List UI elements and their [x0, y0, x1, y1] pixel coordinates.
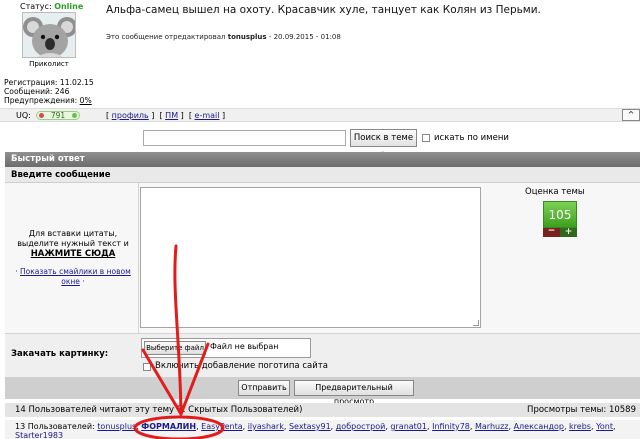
user-link[interactable]: Sextasy91 — [289, 422, 331, 431]
warnings-line: Предупреждения: 0% — [4, 96, 92, 105]
user-link[interactable]: Александор — [514, 422, 564, 431]
upload-label: Закачать картинку: — [11, 349, 109, 359]
status-row: Статус: Online — [20, 2, 83, 11]
profile-links: [ профиль ] [ ПМ ] [ e-mail ] — [106, 111, 226, 120]
reader-user-list: 13 Пользователей: tonusplus, ФОРМАЛИН, E… — [5, 420, 640, 439]
send-button[interactable]: Отправить — [238, 380, 290, 396]
show-smiles-link[interactable]: Показать смайлики в новом окне — [20, 267, 131, 286]
topic-rating-widget: 105 − + — [543, 201, 577, 237]
user-link[interactable]: granat01 — [390, 422, 427, 431]
user-list-label: 13 Пользователей: — [15, 422, 95, 431]
quote-help-panel: Для вставки цитаты, выделите нужный текс… — [5, 183, 139, 333]
rating-plus-button[interactable]: + — [560, 228, 577, 237]
uq-label: UQ: — [16, 111, 31, 120]
scroll-top-button[interactable]: ^ — [622, 109, 640, 121]
avatar[interactable] — [22, 12, 76, 58]
topic-search-input[interactable] — [143, 130, 346, 146]
enter-message-header: Введите сообщение — [5, 167, 640, 183]
uq-value: 791 — [50, 111, 66, 120]
message-textarea[interactable] — [140, 187, 481, 328]
user-link[interactable]: EasyPenta — [201, 422, 242, 431]
status-value: Online — [54, 2, 84, 11]
uq-minus-icon[interactable] — [39, 113, 44, 118]
topic-rating-label: Оценка темы — [525, 187, 585, 197]
topic-views: Просмотры темы: 10589 — [527, 405, 636, 415]
forum-post: Статус: Online Приколист Регистрация: 11… — [0, 0, 640, 108]
user-links: tonusplus, ФОРМАЛИН, EasyPenta, ilyashar… — [15, 422, 616, 439]
choose-file-button[interactable]: Выберите файл — [144, 341, 206, 355]
topic-search-row: Поиск в теме » искать по имени — [0, 122, 640, 159]
preview-button[interactable]: Предварительный просмотр — [294, 380, 414, 406]
profile-link[interactable]: профиль — [112, 111, 149, 120]
search-by-name-checkbox[interactable] — [422, 134, 430, 142]
edit-note: Это сообщение отредактировал tonusplus -… — [106, 33, 341, 41]
registration-line: Регистрация: 11.02.15 — [4, 78, 94, 87]
resize-handle-icon[interactable] — [473, 320, 479, 326]
user-link[interactable]: добрострой — [336, 422, 386, 431]
user-link[interactable]: Marhuzz — [475, 422, 509, 431]
no-file-text: Файл не выбран — [210, 342, 279, 351]
koala-avatar-image — [23, 13, 75, 57]
topic-rating-value: 105 — [543, 201, 577, 228]
uq-rating-pill[interactable]: 791 — [36, 111, 80, 120]
file-input[interactable]: Выберите файл Файл не выбран — [141, 338, 311, 358]
uq-plus-icon[interactable] — [72, 113, 77, 118]
post-text: Альфа-самец вышел на охоту. Красавчик ху… — [106, 4, 541, 16]
readers-bar: 14 Пользователей читают эту тему (1 Скры… — [5, 403, 640, 417]
user-link[interactable]: Infinity78 — [432, 422, 470, 431]
user-link[interactable]: krebs — [569, 422, 591, 431]
user-link[interactable]: ilyashark — [248, 422, 284, 431]
email-link[interactable]: e-mail — [195, 111, 220, 120]
warnings-link[interactable]: 0% — [80, 96, 92, 105]
post-footer-bar: UQ: 791 [ профиль ] [ ПМ ] [ e-mail ] ^ — [0, 108, 640, 122]
user-link[interactable]: Yont — [596, 422, 613, 431]
user-link[interactable]: Starter1983 — [15, 431, 63, 439]
user-rank: Приколист — [29, 60, 69, 68]
user-link[interactable]: ФОРМАЛИН — [141, 422, 196, 431]
quote-click-link[interactable]: НАЖМИТЕ СЮДА — [11, 249, 135, 259]
smiles-row: · Показать смайлики в новом окне · — [15, 267, 131, 286]
submit-row: Отправить Предварительный просмотр — [5, 377, 640, 406]
status-label: Статус: — [20, 2, 52, 11]
site-logo-label: Включить добавление поготипа сайта — [155, 361, 328, 371]
search-by-name-label: искать по имени — [434, 133, 509, 143]
search-in-topic-button[interactable]: Поиск в теме » — [350, 129, 417, 159]
readers-count: 14 Пользователей читают эту тему (1 Скры… — [15, 405, 303, 415]
rating-minus-button[interactable]: − — [543, 227, 560, 237]
quote-help-text: Для вставки цитаты, выделите нужный текс… — [11, 229, 135, 259]
reply-area: Для вставки цитаты, выделите нужный текс… — [5, 183, 640, 333]
quick-reply-header: Быстрый ответ — [5, 152, 640, 167]
posts-count-line: Сообщений: 246 — [4, 87, 70, 96]
site-logo-checkbox[interactable] — [143, 363, 151, 371]
upload-row: Закачать картинку: Выберите файл Файл не… — [5, 333, 640, 377]
user-link[interactable]: tonusplus — [97, 422, 136, 431]
pm-link[interactable]: ПМ — [165, 111, 178, 120]
